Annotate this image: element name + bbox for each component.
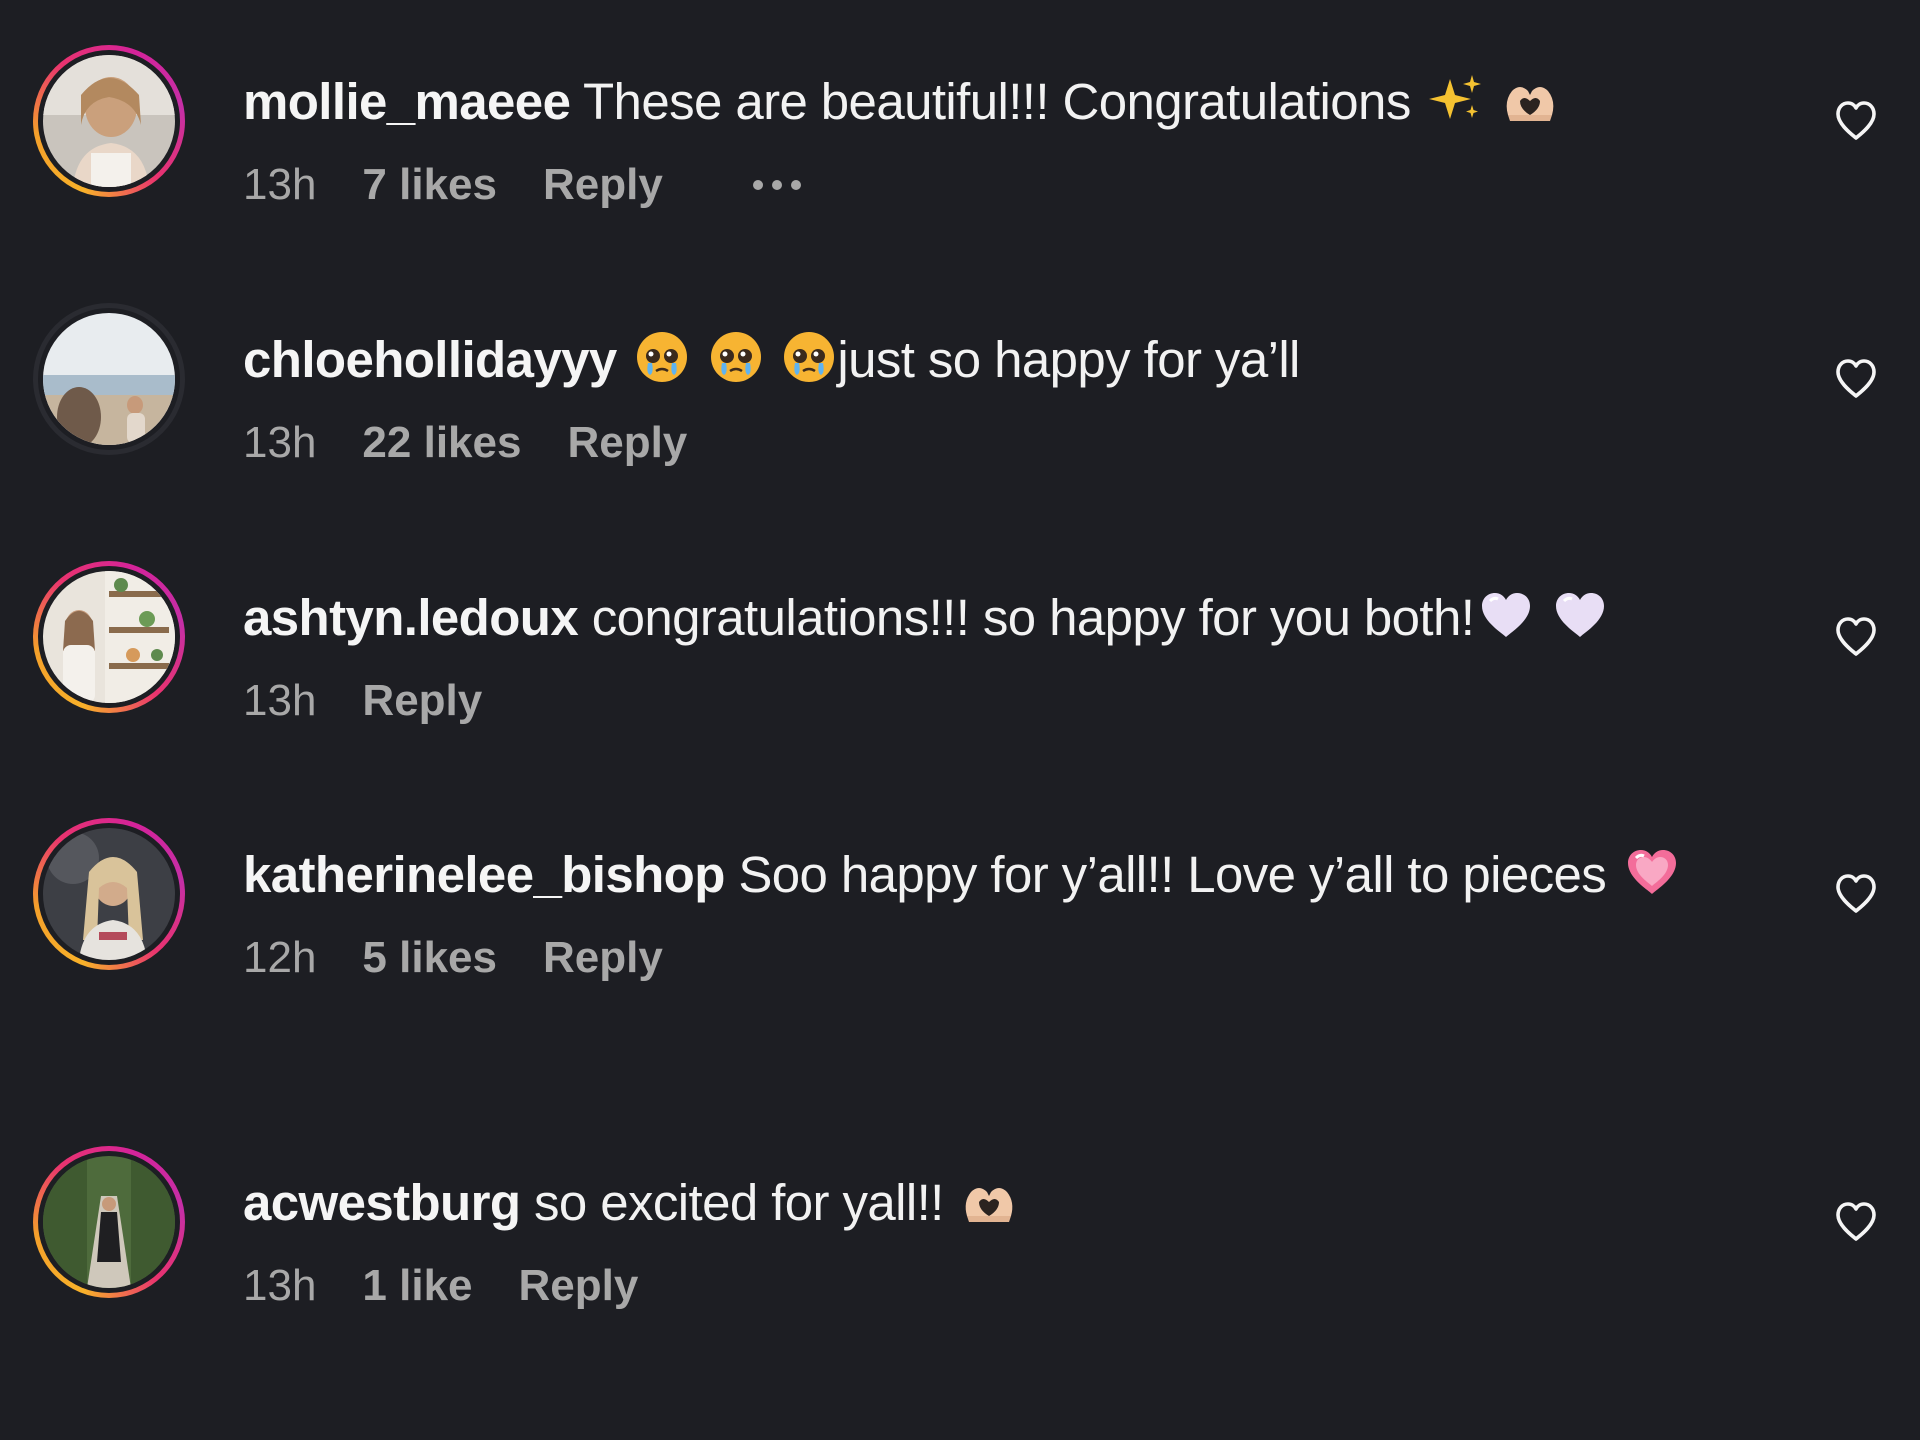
avatar-image [43,828,175,960]
comment-meta: 13h 22 likes Reply [243,415,1783,471]
avatar-image [43,313,175,445]
like-heart-icon[interactable] [1832,355,1880,403]
comment-timestamp: 13h [243,676,317,725]
comment-likes-count[interactable]: 7 likes [362,157,497,213]
reply-button[interactable]: Reply [543,157,663,213]
comment-likes-count[interactable]: 22 likes [362,415,521,471]
heart-hands-emoji [1502,71,1558,127]
avatar-story-ring[interactable] [33,561,185,713]
comment-timestamp: 13h [243,418,317,467]
sparkles-emoji [1428,71,1484,127]
avatar[interactable] [43,571,175,703]
like-heart-icon[interactable] [1832,870,1880,918]
pleading-tears-emoji [708,329,764,385]
comment-text: chloehollidayyy just so happy for ya’ll [243,325,1783,395]
comment-text: acwestburg so excited for yall!! [243,1168,1783,1238]
avatar[interactable] [43,55,175,187]
avatar[interactable] [43,1156,175,1288]
comment-meta: 13h 7 likes Reply [243,157,1783,213]
avatar-image [43,1156,175,1288]
avatar[interactable] [43,828,175,960]
comment-likes-count[interactable]: 1 like [362,1258,472,1314]
comment-username[interactable]: katherinelee_bishop [243,846,725,903]
comment-timestamp: 13h [243,160,317,209]
comment-timestamp: 13h [243,1261,317,1310]
comment-username[interactable]: mollie_maeee [243,73,571,130]
comment-list: mollie_maeee These are beautiful!!! Cong… [0,0,1920,1440]
like-heart-icon[interactable] [1832,613,1880,661]
pleading-tears-emoji [634,329,690,385]
comment-text: katherinelee_bishop Soo happy for y’all!… [243,840,1743,910]
comment-text: ashtyn.ledoux congratulations!!! so happ… [243,583,1783,653]
avatar-story-ring[interactable] [33,1146,185,1298]
avatar-image [43,571,175,703]
comment-username[interactable]: chloehollidayyy [243,331,617,388]
comment-body: These are beautiful!!! Congratulations [583,73,1411,130]
comment-meta: 12h 5 likes Reply [243,930,1783,986]
comment-text: mollie_maeee These are beautiful!!! Cong… [243,67,1783,137]
reply-button[interactable]: Reply [543,930,663,986]
comment-username[interactable]: ashtyn.ledoux [243,589,579,646]
white-heart-emoji [1552,587,1608,643]
white-heart-emoji [1478,587,1534,643]
avatar-story-ring[interactable] [33,818,185,970]
comment-body: just so happy for ya’ll [837,331,1300,388]
comment-body: so excited for yall!! [534,1174,944,1231]
comment-meta: 13h Reply [243,673,1783,729]
avatar-image [43,55,175,187]
heart-hands-emoji [961,1172,1017,1228]
comment-meta: 13h 1 like Reply [243,1258,1783,1314]
comment-body: congratulations!!! so happy for you both… [591,589,1475,646]
comment-username[interactable]: acwestburg [243,1174,521,1231]
avatar-story-ring[interactable] [33,45,185,197]
avatar[interactable] [43,313,175,445]
comment-timestamp: 12h [243,933,317,982]
like-heart-icon[interactable] [1832,97,1880,145]
growing-heart-emoji [1624,844,1680,900]
reply-button[interactable]: Reply [362,673,482,729]
more-options-icon[interactable] [749,174,805,196]
avatar-ring[interactable] [33,303,185,455]
comment-body: Soo happy for y’all!! Love y’all to piec… [738,846,1607,903]
reply-button[interactable]: Reply [519,1258,639,1314]
comment-likes-count[interactable]: 5 likes [362,930,497,986]
like-heart-icon[interactable] [1832,1198,1880,1246]
reply-button[interactable]: Reply [567,415,687,471]
pleading-tears-emoji [781,329,837,385]
